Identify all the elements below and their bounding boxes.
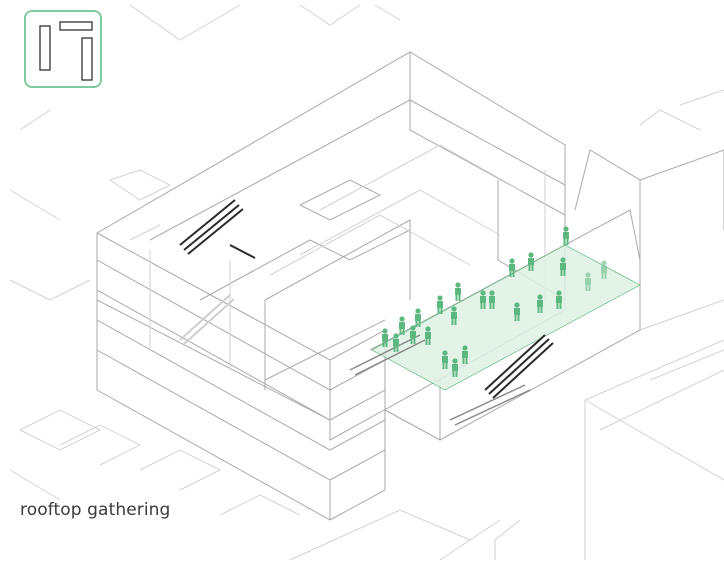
person-figure [455, 282, 461, 301]
person-figure [563, 226, 569, 245]
stair-lower [179, 294, 235, 345]
caption: rooftop gathering [20, 500, 171, 520]
person-figure [437, 295, 443, 314]
axonometric-diagram: rooftop gathering [0, 0, 724, 564]
plan-glyph [39, 21, 93, 81]
rooftop-terrace [371, 244, 641, 391]
building-plan-icon [24, 10, 102, 88]
diagram-canvas [9, 4, 724, 561]
stair-upper [179, 199, 256, 259]
